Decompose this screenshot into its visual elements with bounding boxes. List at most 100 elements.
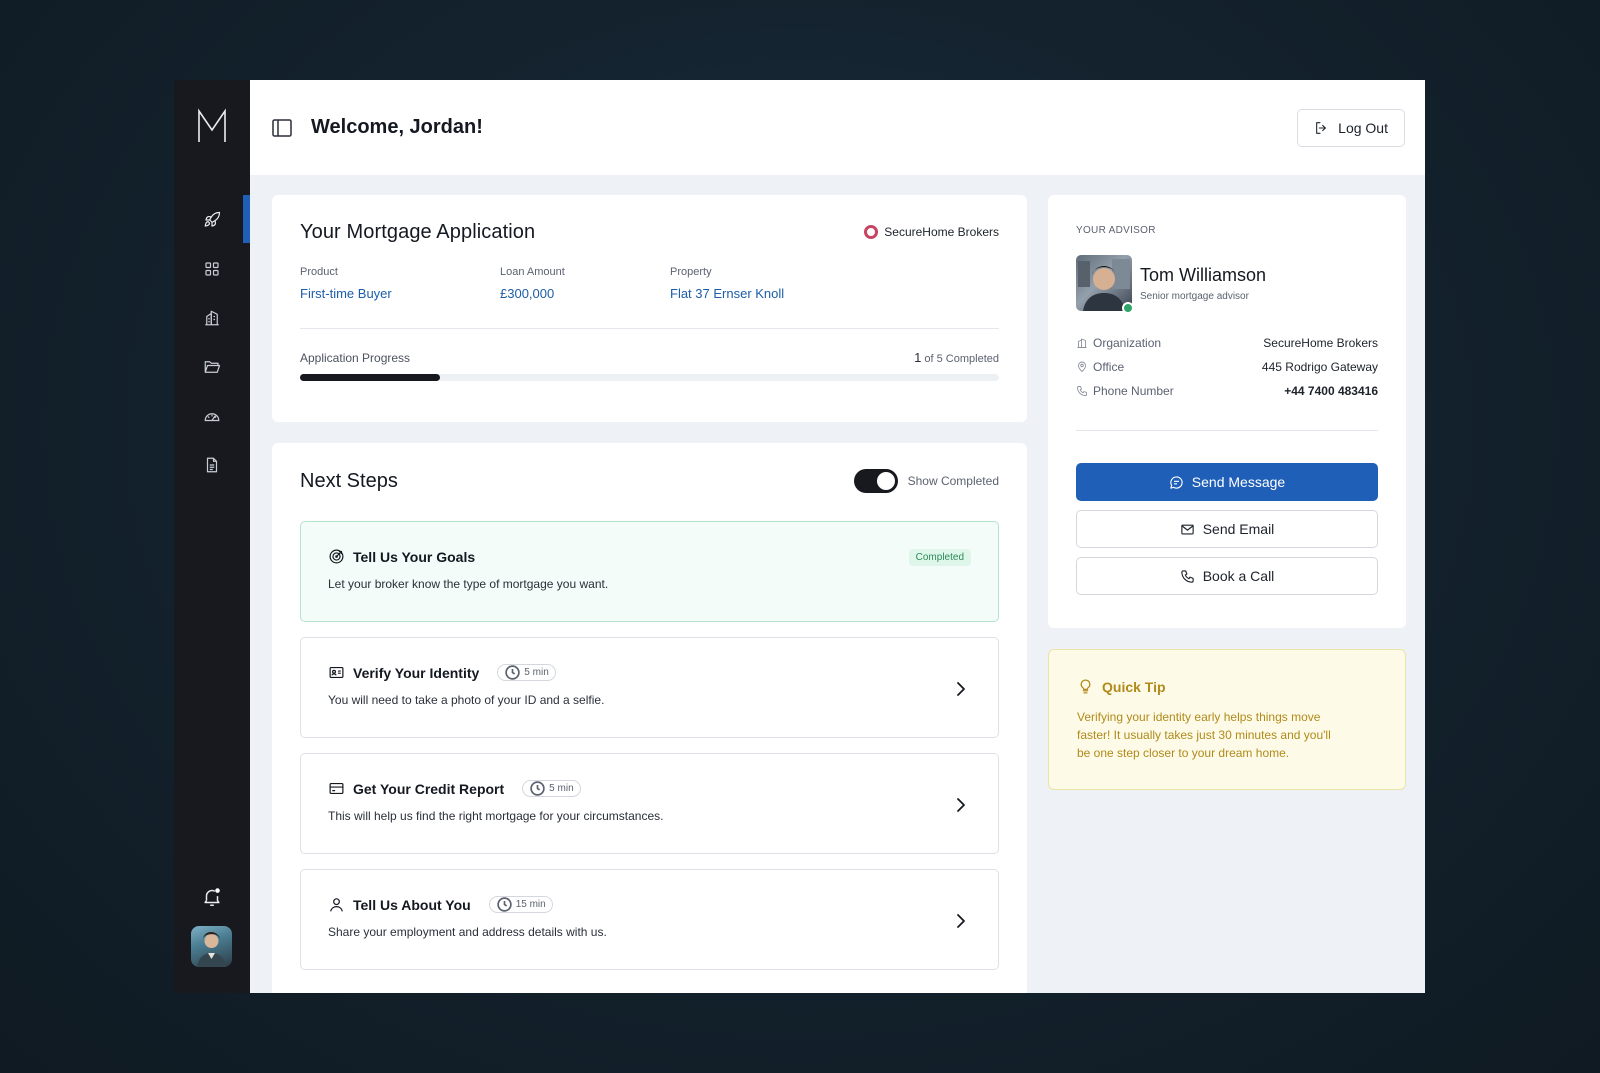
time-estimate: 15 min bbox=[515, 899, 546, 910]
chevron-right-icon[interactable] bbox=[954, 680, 968, 698]
progress-bar bbox=[300, 374, 999, 381]
step-title-row: Get Your Credit Report 5 min bbox=[328, 780, 971, 797]
logout-label: Log Out bbox=[1338, 119, 1388, 136]
sidebar-toggle-icon[interactable] bbox=[272, 118, 292, 137]
credit-card-icon bbox=[329, 782, 344, 795]
time-estimate: 5 min bbox=[549, 783, 574, 794]
online-status-indicator bbox=[1122, 302, 1134, 314]
info-row-office: Office 445 Rodrigo Gateway bbox=[1076, 355, 1378, 379]
nav-item-documents-folder[interactable] bbox=[174, 342, 250, 391]
progress-bar-fill bbox=[300, 374, 440, 381]
phone-icon bbox=[1181, 569, 1194, 583]
next-steps-card: Next Steps Show Completed Tell Us Your G… bbox=[272, 443, 1027, 993]
quick-tip-card: Quick Tip Verifying your identity early … bbox=[1048, 649, 1406, 790]
show-completed-toggle[interactable] bbox=[853, 469, 898, 493]
mail-icon bbox=[1181, 524, 1194, 534]
logout-button[interactable]: Log Out bbox=[1297, 108, 1405, 147]
fact-product: Product First-time Buyer bbox=[300, 266, 500, 301]
completed-badge: Completed bbox=[908, 549, 971, 566]
next-steps-title: Next Steps bbox=[300, 469, 398, 492]
advisor-name: Tom Williamson bbox=[1140, 264, 1267, 285]
phone-icon bbox=[1077, 386, 1087, 396]
content: Your Mortgage Application SecureHome Bro… bbox=[250, 175, 1425, 993]
show-completed-label: Show Completed bbox=[907, 474, 999, 488]
advisor-info: Organization SecureHome Brokers Office 4… bbox=[1076, 331, 1378, 403]
send-message-label: Send Message bbox=[1191, 474, 1286, 490]
nav-item-properties[interactable] bbox=[174, 293, 250, 342]
fact-property: Property Flat 37 Ernser Knoll bbox=[670, 266, 784, 301]
send-email-button[interactable]: Send Email bbox=[1076, 510, 1378, 548]
clock-icon bbox=[530, 781, 545, 796]
step-card-identity[interactable]: Verify Your Identity 5 min You will need… bbox=[300, 637, 999, 738]
user-avatar[interactable] bbox=[191, 926, 232, 967]
chat-bubble-icon bbox=[1170, 475, 1183, 489]
document-icon bbox=[206, 457, 218, 472]
step-description: Let your broker know the type of mortgag… bbox=[328, 577, 609, 591]
logo[interactable] bbox=[196, 108, 228, 144]
info-label: Phone Number bbox=[1093, 384, 1174, 398]
divider bbox=[1076, 430, 1378, 431]
chevron-right-icon[interactable] bbox=[954, 912, 968, 930]
user-icon bbox=[330, 898, 343, 912]
location-pin-icon bbox=[1078, 361, 1086, 373]
top-bar: Welcome, Jordan! Log Out bbox=[250, 80, 1425, 175]
nav-item-launch[interactable] bbox=[174, 195, 250, 244]
progress-row: Application Progress 1 of 5 Completed bbox=[300, 350, 999, 365]
step-description: This will help us find the right mortgag… bbox=[328, 809, 664, 823]
step-title-row: Verify Your Identity 5 min bbox=[328, 664, 971, 681]
advisor-header: Tom Williamson Senior mortgage advisor bbox=[1076, 255, 1378, 314]
fact-value[interactable]: First-time Buyer bbox=[300, 286, 500, 301]
clock-icon bbox=[505, 665, 521, 680]
divider bbox=[300, 328, 999, 329]
bell-icon[interactable] bbox=[201, 886, 223, 908]
advisor-role: Senior mortgage advisor bbox=[1140, 290, 1249, 302]
info-row-organization: Organization SecureHome Brokers bbox=[1076, 331, 1378, 355]
info-value: SecureHome Brokers bbox=[1263, 336, 1378, 350]
next-steps-header: Next Steps Show Completed bbox=[300, 469, 999, 493]
info-row-phone: Phone Number +44 7400 483416 bbox=[1076, 379, 1378, 403]
step-card-about-you[interactable]: Tell Us About You 15 min Share your empl… bbox=[300, 869, 999, 970]
gauge-icon bbox=[204, 412, 220, 421]
advisor-eyebrow: YOUR ADVISOR bbox=[1076, 225, 1156, 236]
application-facts: Product First-time Buyer Loan Amount £30… bbox=[300, 266, 999, 301]
target-icon bbox=[329, 549, 344, 564]
chevron-right-icon[interactable] bbox=[954, 796, 968, 814]
info-label: Organization bbox=[1093, 336, 1162, 350]
book-call-button[interactable]: Book a Call bbox=[1076, 557, 1378, 595]
time-estimate-chip: 15 min bbox=[488, 896, 553, 913]
nav-item-files[interactable] bbox=[174, 440, 250, 489]
quick-tip-text: Verifying your identity early helps thin… bbox=[1077, 710, 1331, 760]
rocket-icon bbox=[204, 211, 221, 227]
sidebar-nav bbox=[174, 195, 250, 489]
step-title-row: Tell Us Your Goals bbox=[328, 548, 971, 565]
time-estimate: 5 min bbox=[524, 667, 549, 678]
mortgage-application-card: Your Mortgage Application SecureHome Bro… bbox=[272, 195, 1027, 422]
step-title: Get Your Credit Report bbox=[353, 780, 505, 797]
progress-suffix: of 5 Completed bbox=[921, 353, 999, 365]
step-card-goals[interactable]: Tell Us Your Goals Let your broker know … bbox=[300, 521, 999, 622]
fact-label: Loan Amount bbox=[500, 266, 565, 278]
show-completed-control: Show Completed bbox=[853, 469, 999, 493]
nav-item-dashboard[interactable] bbox=[174, 244, 250, 293]
send-message-button[interactable]: Send Message bbox=[1076, 463, 1378, 501]
app-window: Welcome, Jordan! Log Out Your Mortgage A… bbox=[174, 80, 1425, 993]
lightbulb-icon bbox=[1080, 679, 1091, 694]
building-icon bbox=[1077, 338, 1087, 348]
info-key: Phone Number bbox=[1076, 384, 1174, 398]
nav-item-performance[interactable] bbox=[174, 391, 250, 440]
advisor-identity: Tom Williamson Senior mortgage advisor bbox=[1140, 265, 1266, 302]
step-card-credit-report[interactable]: Get Your Credit Report 5 min This will h… bbox=[300, 753, 999, 854]
fact-value[interactable]: Flat 37 Ernser Knoll bbox=[670, 286, 784, 301]
quick-tip-title: Quick Tip bbox=[1102, 678, 1166, 695]
info-label: Office bbox=[1093, 360, 1125, 374]
quick-tip-header: Quick Tip bbox=[1077, 678, 1377, 695]
fact-loan-amount: Loan Amount £300,000 bbox=[500, 266, 670, 301]
folder-icon bbox=[204, 360, 221, 373]
grid-icon bbox=[205, 261, 219, 276]
building-icon bbox=[205, 310, 219, 325]
info-value[interactable]: +44 7400 483416 bbox=[1284, 384, 1378, 398]
user-avatar-photo bbox=[197, 932, 226, 967]
fact-value[interactable]: £300,000 bbox=[500, 286, 670, 301]
step-title: Tell Us About You bbox=[353, 896, 471, 913]
fact-label: Property bbox=[670, 266, 712, 278]
